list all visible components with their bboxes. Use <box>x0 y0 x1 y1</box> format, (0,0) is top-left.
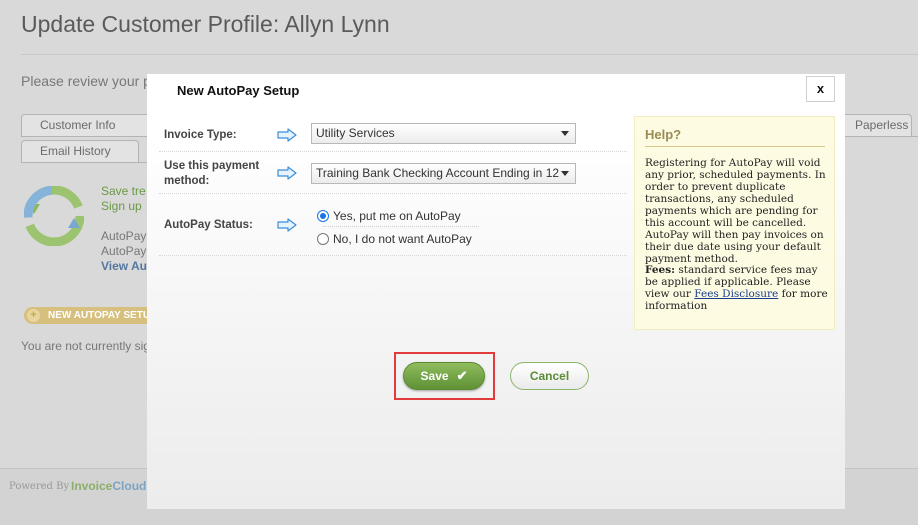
payment-method-label-line-2: method: <box>164 175 210 187</box>
check-icon: ✔ <box>456 368 468 383</box>
autopay-text-1: AutoPay <box>101 229 147 243</box>
autopay-status-label: AutoPay Status: <box>164 219 253 231</box>
radio-selected-icon[interactable] <box>317 210 329 222</box>
arrow-right-icon <box>277 128 297 142</box>
help-fees: Fees: standard service fees may be appli… <box>645 264 829 312</box>
chevron-down-icon <box>561 131 569 136</box>
save-link[interactable]: Save tre <box>101 184 146 198</box>
new-autopay-label: NEW AUTOPAY SETUP <box>48 310 157 321</box>
new-autopay-button[interactable]: + NEW AUTOPAY SETUP <box>24 307 164 324</box>
tab-email-history[interactable]: Email History <box>21 140 139 162</box>
payment-method-select[interactable]: Training Bank Checking Account Ending in… <box>311 163 576 184</box>
payment-method-label: Use this payment method: <box>164 159 259 189</box>
invoice-type-label: Invoice Type: <box>164 129 237 141</box>
brand-cloud: Cloud <box>112 479 147 493</box>
help-divider <box>645 146 825 147</box>
arrow-right-icon <box>277 218 297 232</box>
autopay-status-row: AutoPay Status: Yes, put me on AutoPay N… <box>159 194 627 256</box>
autopay-no-option[interactable]: No, I do not want AutoPay <box>317 232 472 246</box>
autopay-yes-label: Yes, put me on AutoPay <box>333 209 461 223</box>
close-button[interactable]: x <box>806 76 835 102</box>
save-label: Save <box>420 369 449 383</box>
fees-label: Fees: <box>645 264 676 276</box>
cancel-label: Cancel <box>529 369 570 383</box>
sync-icon <box>24 186 84 246</box>
signup-link[interactable]: Sign up <box>101 199 142 213</box>
plus-icon: + <box>27 309 40 322</box>
title-divider <box>21 54 918 55</box>
help-body: Registering for AutoPay will void any pr… <box>645 157 826 265</box>
payment-method-value: Training Bank Checking Account Ending in… <box>316 166 560 180</box>
invoice-type-value: Utility Services <box>316 126 395 140</box>
help-panel: Help? Registering for AutoPay will void … <box>634 116 835 330</box>
cancel-button[interactable]: Cancel <box>510 362 589 390</box>
radio-unselected-icon[interactable] <box>317 233 329 245</box>
invoice-type-row: Invoice Type: Utility Services <box>159 118 627 152</box>
tab-customer-info[interactable]: Customer Info <box>21 114 151 136</box>
autopay-no-label: No, I do not want AutoPay <box>333 232 472 246</box>
tab-divider-2 <box>21 162 147 163</box>
review-text: Please review your p <box>21 73 151 89</box>
chevron-down-icon <box>561 171 569 176</box>
powered-by-text: Powered By <box>9 481 70 492</box>
page-title: Update Customer Profile: Allyn Lynn <box>21 11 390 37</box>
fees-disclosure-link[interactable]: Fees Disclosure <box>694 288 778 300</box>
brand-invoice: Invoice <box>71 479 113 493</box>
not-signed-text: You are not currently sig <box>21 339 150 353</box>
invoicecloud-logo: InvoiceCloud <box>71 479 146 493</box>
help-title: Help? <box>645 127 682 142</box>
arrow-right-icon <box>277 166 297 180</box>
tab-paperless[interactable]: Paperless <box>836 114 912 136</box>
payment-method-label-line-1: Use this payment <box>164 160 260 172</box>
save-button[interactable]: Save ✔ <box>403 362 485 390</box>
modal-title: New AutoPay Setup <box>177 83 300 98</box>
autopay-yes-option[interactable]: Yes, put me on AutoPay <box>317 209 461 223</box>
view-autopay-link[interactable]: View Au <box>101 259 147 273</box>
autopay-setup-modal: New AutoPay Setup x Invoice Type: Utilit… <box>147 74 845 509</box>
invoice-type-select[interactable]: Utility Services <box>311 123 576 144</box>
payment-method-row: Use this payment method: Training Bank C… <box>159 152 627 194</box>
autopay-text-2: AutoPay <box>101 244 147 258</box>
